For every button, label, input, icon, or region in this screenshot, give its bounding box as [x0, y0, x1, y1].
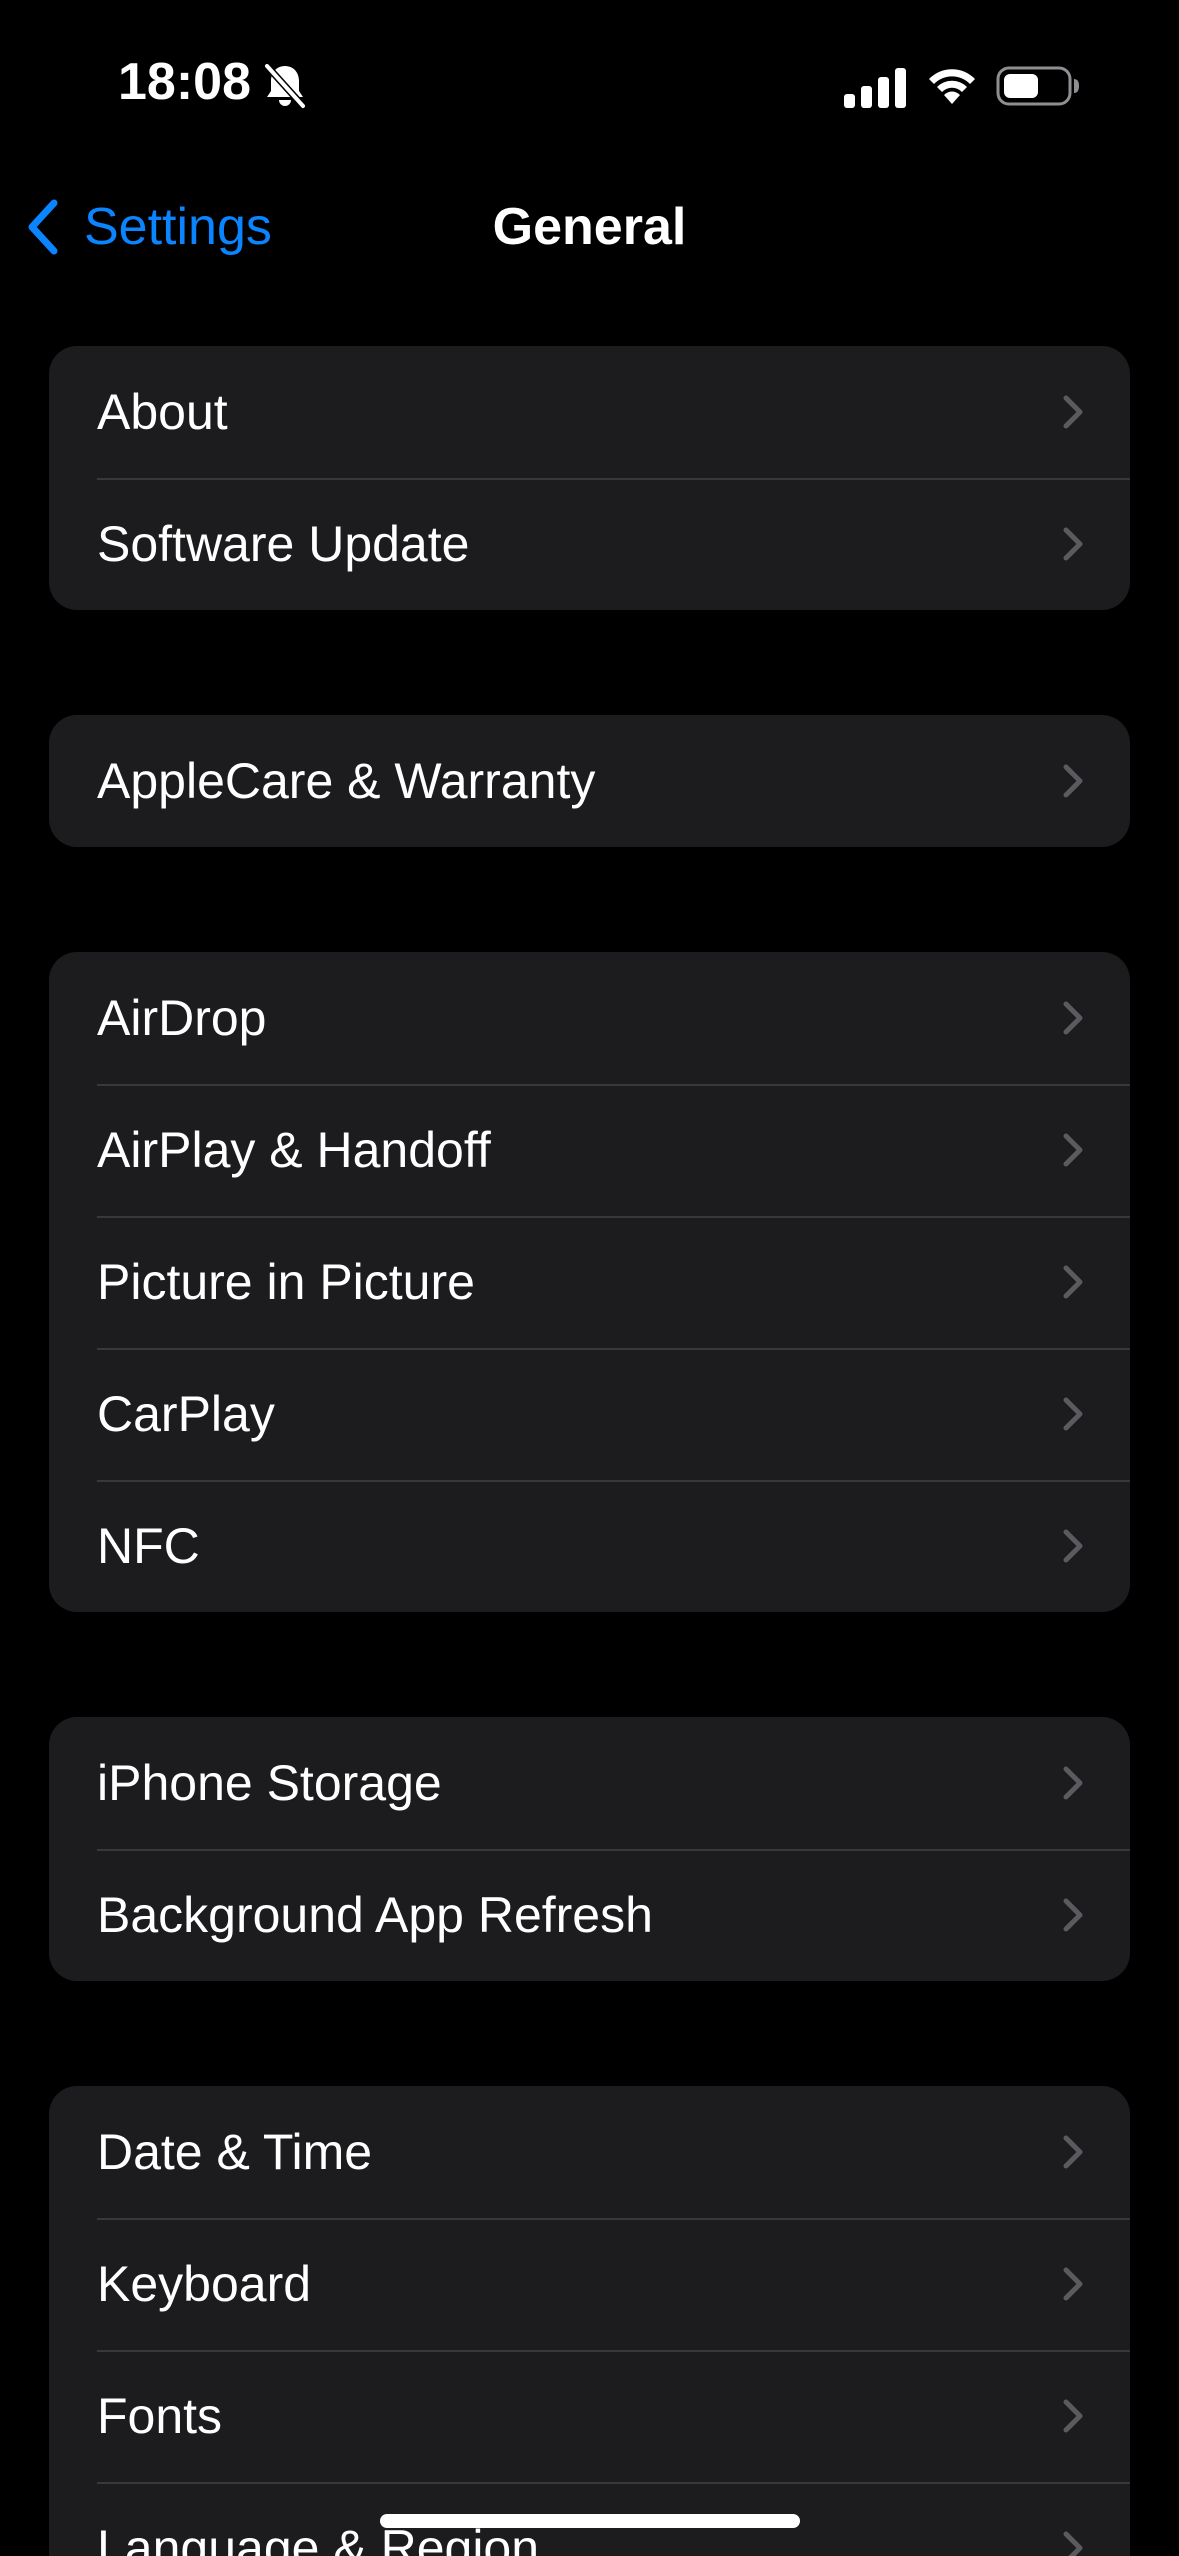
back-button-label: Settings	[84, 198, 272, 256]
status-time: 18:08	[118, 53, 251, 111]
chevron-right-icon	[1063, 2135, 1083, 2169]
wifi-icon	[929, 69, 975, 104]
row-airdrop[interactable]: AirDrop	[49, 952, 1130, 1084]
chevron-right-icon	[1063, 764, 1083, 798]
row-label: NFC	[97, 1518, 200, 1574]
settings-group-about: About Software Update	[49, 346, 1130, 610]
row-label: iPhone Storage	[97, 1755, 442, 1811]
row-iphone-storage[interactable]: iPhone Storage	[49, 1717, 1130, 1849]
chevron-right-icon	[1063, 2399, 1083, 2433]
bell-slash-icon	[263, 62, 307, 110]
row-background-app-refresh[interactable]: Background App Refresh	[49, 1849, 1130, 1981]
row-software-update[interactable]: Software Update	[49, 478, 1130, 610]
chevron-right-icon	[1063, 2267, 1083, 2301]
row-label: Date & Time	[97, 2124, 373, 2180]
settings-group-connectivity: AirDrop AirPlay & Handoff Picture in Pic…	[49, 952, 1130, 1612]
row-label: Fonts	[97, 2388, 223, 2444]
chevron-right-icon	[1063, 1133, 1083, 1167]
settings-group-regional: Date & Time Keyboard Fonts Language & Re…	[49, 2086, 1130, 2556]
row-label: Background App Refresh	[97, 1887, 653, 1943]
settings-group-applecare: AppleCare & Warranty	[49, 715, 1130, 847]
status-bar: 18:08	[0, 0, 1179, 175]
chevron-right-icon	[1063, 527, 1083, 561]
row-label: AirPlay & Handoff	[97, 1122, 491, 1178]
row-label: AirDrop	[97, 990, 267, 1046]
row-label: Software Update	[97, 516, 470, 572]
row-nfc[interactable]: NFC	[49, 1480, 1130, 1612]
row-label: About	[97, 384, 228, 440]
battery-icon	[996, 66, 1079, 106]
row-date-time[interactable]: Date & Time	[49, 2086, 1130, 2218]
chevron-right-icon	[1063, 395, 1083, 429]
chevron-right-icon	[1063, 1898, 1083, 1932]
chevron-back-icon	[28, 199, 58, 255]
row-label: CarPlay	[97, 1386, 275, 1442]
row-label: Picture in Picture	[97, 1254, 475, 1310]
row-carplay[interactable]: CarPlay	[49, 1348, 1130, 1480]
row-label: AppleCare & Warranty	[97, 753, 596, 809]
row-about[interactable]: About	[49, 346, 1130, 478]
back-button[interactable]: Settings	[24, 192, 272, 262]
row-picture-in-picture[interactable]: Picture in Picture	[49, 1216, 1130, 1348]
chevron-right-icon	[1063, 1001, 1083, 1035]
screen: 18:08 Settings General About Software Up…	[0, 0, 1179, 2556]
row-label: Keyboard	[97, 2256, 312, 2312]
chevron-right-icon	[1063, 1766, 1083, 1800]
cellular-signal-icon	[844, 68, 906, 108]
row-airplay-handoff[interactable]: AirPlay & Handoff	[49, 1084, 1130, 1216]
chevron-right-icon	[1063, 1397, 1083, 1431]
chevron-right-icon	[1063, 1265, 1083, 1299]
settings-group-storage: iPhone Storage Background App Refresh	[49, 1717, 1130, 1981]
chevron-right-icon	[1063, 1529, 1083, 1563]
row-fonts[interactable]: Fonts	[49, 2350, 1130, 2482]
chevron-right-icon	[1063, 2531, 1083, 2556]
row-keyboard[interactable]: Keyboard	[49, 2218, 1130, 2350]
home-indicator[interactable]	[380, 2514, 800, 2528]
row-applecare-warranty[interactable]: AppleCare & Warranty	[49, 715, 1130, 847]
